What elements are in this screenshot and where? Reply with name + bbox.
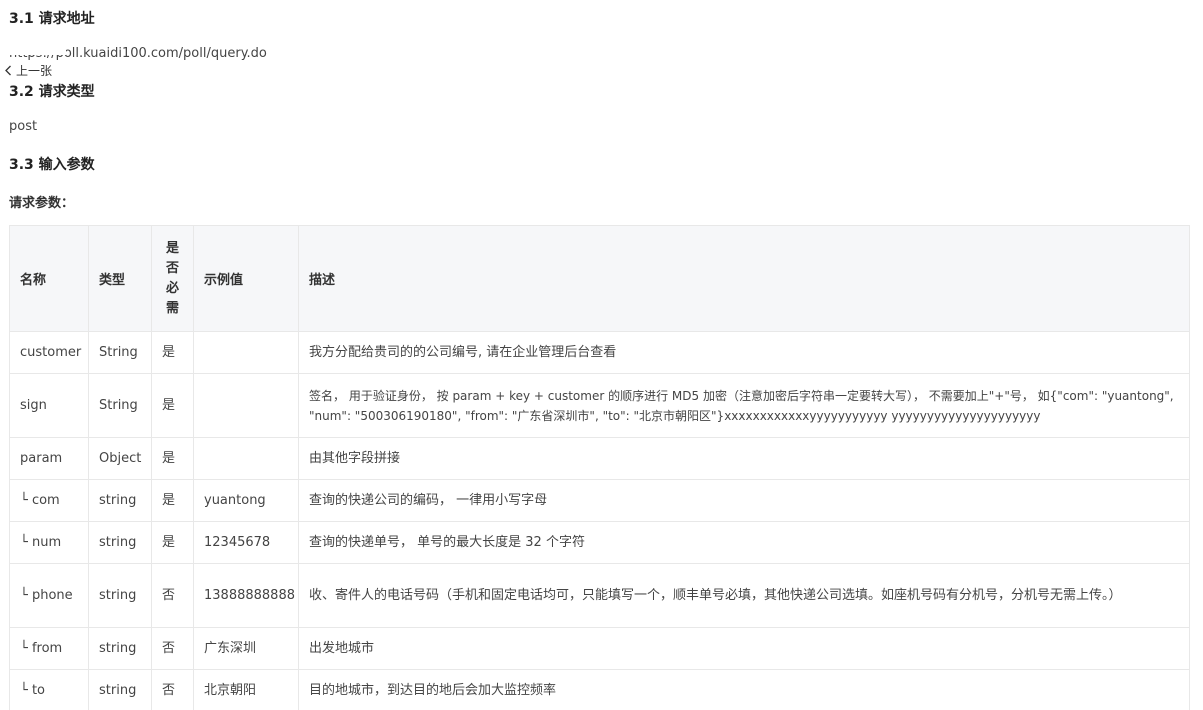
param-description: 收、寄件人的电话号码（手机和固定电话均可，只能填写一个，顺丰单号必填，其他快递公… (298, 563, 1190, 628)
param-required: 是 (151, 373, 194, 438)
param-type: Object (88, 437, 152, 480)
param-description: 查询的快递单号， 单号的最大长度是 32 个字符 (298, 521, 1190, 564)
chevron-left-icon (5, 65, 11, 76)
param-type: String (88, 331, 152, 374)
param-type: string (88, 479, 152, 522)
param-type: String (88, 373, 152, 438)
param-required: 是 (151, 437, 194, 480)
header-description: 描述 (298, 225, 1190, 332)
header-required-char: 需 (165, 300, 179, 316)
param-required: 是 (151, 521, 194, 564)
param-type: string (88, 563, 152, 628)
section-heading-request-url: 3.1 请求地址 (9, 11, 95, 27)
param-name: └ com (9, 479, 89, 522)
param-description: 我方分配给贵司的的公司编号, 请在企业管理后台查看 (298, 331, 1190, 374)
param-description: 由其他字段拼接 (298, 437, 1190, 480)
param-example: yuantong (193, 479, 299, 522)
section-heading-request-type: 3.2 请求类型 (9, 84, 95, 100)
prev-image-link[interactable]: 上一张 (4, 62, 52, 79)
param-example: 13888888888 (193, 563, 299, 628)
params-table: 名称 类型 是 否 必 需 示例值 描述 customer String 是 我… (9, 225, 1190, 710)
param-name: └ phone (9, 563, 89, 628)
table-row: └ com string 是 yuantong 查询的快递公司的编码， 一律用小… (9, 479, 1190, 522)
param-example: 广东深圳 (193, 627, 299, 670)
param-example (193, 373, 299, 438)
param-name: customer (9, 331, 89, 374)
table-header-row: 名称 类型 是 否 必 需 示例值 描述 (9, 225, 1190, 332)
param-required: 否 (151, 563, 194, 628)
header-required-char: 是 (165, 240, 179, 256)
request-type-value: post (9, 119, 38, 134)
prev-image-label: 上一张 (16, 64, 53, 78)
param-description: 签名， 用于验证身份， 按 param + key + customer 的顺序… (298, 373, 1190, 438)
param-required: 否 (151, 627, 194, 670)
param-required: 是 (151, 479, 194, 522)
header-required-char: 否 (165, 260, 179, 276)
table-row: └ phone string 否 13888888888 收、寄件人的电话号码（… (9, 563, 1190, 628)
param-example: 12345678 (193, 521, 299, 564)
table-row: └ num string 是 12345678 查询的快递单号， 单号的最大长度… (9, 521, 1190, 564)
params-table-wrapper: 名称 类型 是 否 必 需 示例值 描述 customer String 是 我… (9, 225, 1190, 710)
param-example (193, 331, 299, 374)
table-row: └ to string 否 北京朝阳 目的地城市，到达目的地后会加大监控频率 (9, 669, 1190, 710)
table-row: customer String 是 我方分配给贵司的的公司编号, 请在企业管理后… (9, 331, 1190, 374)
header-example: 示例值 (193, 225, 299, 332)
header-required: 是 否 必 需 (151, 225, 194, 332)
param-name: sign (9, 373, 89, 438)
param-name: └ to (9, 669, 89, 710)
param-description: 查询的快递公司的编码， 一律用小写字母 (298, 479, 1190, 522)
param-type: string (88, 521, 152, 564)
url-overlap-mask (6, 46, 66, 55)
param-type: string (88, 627, 152, 670)
table-row: sign String 是 签名， 用于验证身份， 按 param + key … (9, 373, 1190, 438)
param-description: 出发地城市 (298, 627, 1190, 670)
header-name: 名称 (9, 225, 89, 332)
table-row: param Object 是 由其他字段拼接 (9, 437, 1190, 480)
request-params-label: 请求参数： (9, 196, 75, 211)
param-type: string (88, 669, 152, 710)
section-heading-input-params: 3.3 输入参数 (9, 157, 95, 173)
param-required: 否 (151, 669, 194, 710)
param-name: param (9, 437, 89, 480)
header-type: 类型 (88, 225, 152, 332)
param-example: 北京朝阳 (193, 669, 299, 710)
param-description: 目的地城市，到达目的地后会加大监控频率 (298, 669, 1190, 710)
header-required-char: 必 (165, 280, 179, 296)
param-name: └ from (9, 627, 89, 670)
param-name: └ num (9, 521, 89, 564)
param-required: 是 (151, 331, 194, 374)
param-example (193, 437, 299, 480)
table-row: └ from string 否 广东深圳 出发地城市 (9, 627, 1190, 670)
